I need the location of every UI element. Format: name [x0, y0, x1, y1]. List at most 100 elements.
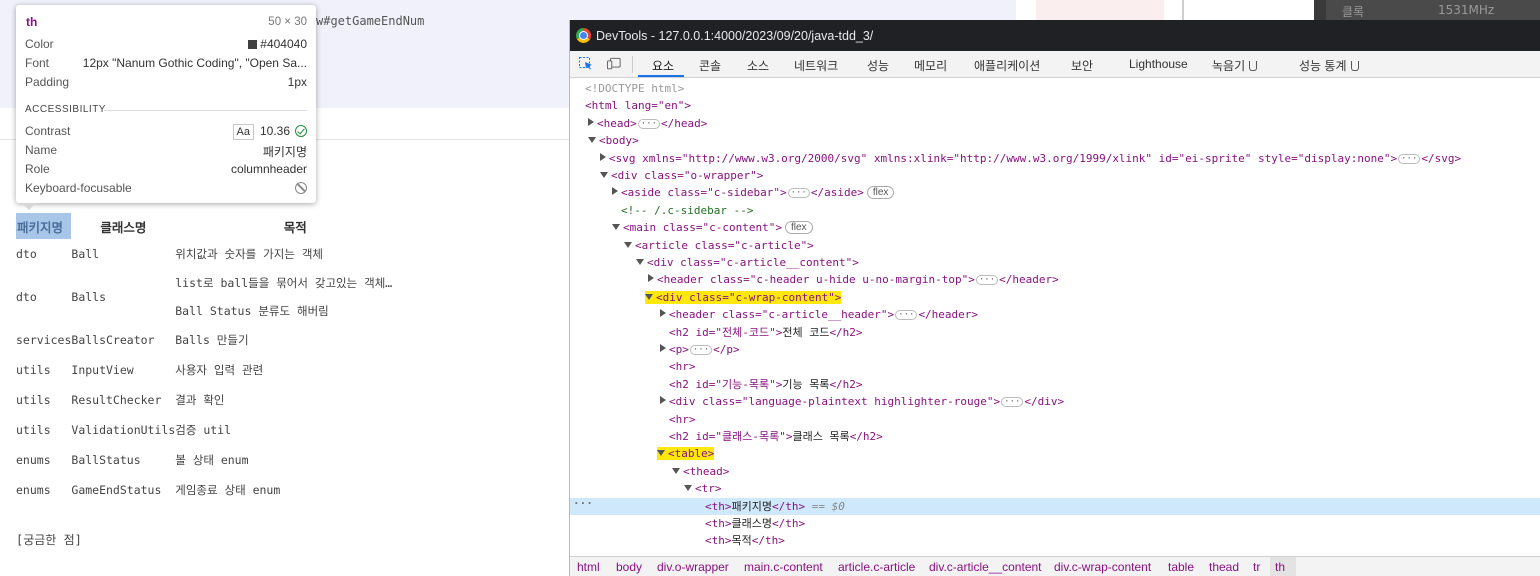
dom-node[interactable]: <div class="language-plaintext highlight…	[570, 393, 1540, 410]
dom-node[interactable]: <div class="c-article__content">	[570, 254, 1540, 271]
tab-performance[interactable]: 성능	[867, 57, 889, 74]
expand-arrow-icon[interactable]	[588, 117, 594, 126]
tooltip-arrow	[22, 203, 36, 210]
dom-node[interactable]: <head> ··· </head>	[570, 115, 1540, 132]
breadcrumb-item[interactable]: body	[616, 560, 642, 574]
more-options-icon[interactable]: ···	[573, 495, 593, 512]
collapse-arrow-icon[interactable]	[624, 241, 632, 248]
tab-performance-insights[interactable]: 성능 통계	[1299, 57, 1359, 74]
tab-recorder[interactable]: 녹음기	[1212, 57, 1258, 74]
cell-purpose: 검증 util	[175, 423, 232, 437]
collapse-arrow-icon[interactable]	[657, 450, 665, 457]
dom-node[interactable]: <svg xmlns="http://www.w3.org/2000/svg" …	[570, 150, 1540, 167]
tab-elements[interactable]: 요소	[652, 57, 674, 74]
dom-node-highlighted[interactable]: <table>	[570, 445, 1540, 462]
dom-node[interactable]: <html lang="en">	[570, 97, 1540, 114]
collapse-arrow-icon[interactable]	[684, 485, 692, 492]
padding-value: 1px	[287, 75, 307, 89]
devtools-title: DevTools - 127.0.0.1:4000/2023/09/20/jav…	[596, 29, 874, 43]
collapse-arrow-icon[interactable]	[636, 259, 644, 265]
breadcrumb-item[interactable]: div.o-wrapper	[657, 560, 729, 574]
breadcrumb-item[interactable]: table	[1168, 560, 1194, 574]
collapse-arrow-icon[interactable]	[588, 137, 596, 144]
dom-node-highlighted[interactable]: <div class="c-wrap-content">	[570, 289, 1540, 306]
tab-memory[interactable]: 메모리	[914, 57, 947, 74]
dom-node[interactable]: <header class="c-article__header"> ··· </h…	[570, 306, 1540, 323]
expand-arrow-icon[interactable]	[660, 344, 666, 352]
dom-node[interactable]: <p> ··· </p>	[570, 341, 1540, 358]
dom-node[interactable]: <header class="c-header u-hide u-no-marg…	[570, 271, 1540, 288]
collapse-arrow-icon[interactable]	[600, 172, 608, 178]
cell-class: ResultChecker	[71, 393, 162, 407]
cell-class: GameEndStatus	[71, 483, 162, 497]
collapsed-ellipsis[interactable]: ···	[1001, 397, 1024, 408]
breadcrumb-item[interactable]: main.c-content	[744, 560, 823, 574]
dom-node[interactable]: <body>	[570, 132, 1540, 149]
dom-node[interactable]: <th>목적</th>	[570, 532, 1540, 549]
breadcrumb-item[interactable]: html	[577, 560, 600, 574]
tooltip-color-row: Color #404040	[25, 37, 307, 55]
collapsed-ellipsis[interactable]: ···	[895, 310, 918, 321]
cell-purpose: 볼 상태 enum	[175, 453, 249, 467]
dom-node[interactable]: <!-- /.c-sidebar -->	[570, 202, 1540, 219]
breadcrumb: html body div.o-wrapper main.c-content a…	[570, 556, 1540, 576]
expand-arrow-icon[interactable]	[612, 187, 618, 196]
collapse-arrow-icon[interactable]	[645, 293, 653, 300]
cell-package: enums	[16, 483, 51, 497]
cell-package: services	[16, 333, 72, 347]
tooltip-font-row: Font 12px "Nanum Gothic Coding", "Open S…	[25, 56, 307, 74]
table-row: dto Ball 위치값과 숫자를 가지는 객체	[16, 239, 415, 269]
devtools-titlebar[interactable]: DevTools - 127.0.0.1:4000/2023/09/20/jav…	[570, 20, 1540, 51]
inspect-element-icon[interactable]	[579, 57, 593, 70]
cell-purpose-line1: list로 ball들을 묶어서 갖고있는 객체…	[175, 276, 393, 290]
expand-arrow-icon[interactable]	[660, 396, 666, 405]
dom-node[interactable]: <aside class="c-sidebar"> ··· </aside> flex	[570, 184, 1540, 201]
flex-badge[interactable]: flex	[866, 186, 895, 200]
dom-node[interactable]: <main class="c-content"> flex	[570, 219, 1540, 236]
dom-node[interactable]: <!DOCTYPE html>	[570, 80, 1540, 97]
breadcrumb-item[interactable]: article.c-article	[838, 560, 915, 574]
dom-node[interactable]: <h2 id="클래스-목록">클래스 목록</h2>	[570, 428, 1540, 445]
dom-node[interactable]: <thead>	[570, 463, 1540, 480]
breadcrumb-item[interactable]: div.c-article__content	[929, 560, 1042, 574]
tab-lighthouse[interactable]: Lighthouse	[1129, 57, 1188, 71]
collapsed-ellipsis[interactable]: ···	[975, 275, 999, 286]
breadcrumb-item[interactable]: thead	[1209, 560, 1239, 574]
expand-arrow-icon[interactable]	[600, 152, 606, 161]
tab-application[interactable]: 애플리케이션	[974, 57, 1040, 74]
breadcrumb-item-current[interactable]: th	[1275, 560, 1285, 574]
dom-node[interactable]: <h2 id="전체-코드">전체 코드</h2>	[570, 324, 1540, 341]
dom-node[interactable]: <th>클래스명</th>	[570, 515, 1540, 532]
cell-purpose: 사용자 입력 관련	[175, 363, 264, 377]
collapsed-ellipsis[interactable]: ···	[689, 345, 713, 355]
tab-sources[interactable]: 소스	[747, 57, 769, 74]
dom-node[interactable]: <hr>	[570, 358, 1540, 375]
tooltip-name-row: Name 패키지명	[25, 143, 307, 161]
expand-arrow-icon[interactable]	[660, 309, 666, 318]
dom-node[interactable]: <hr>	[570, 411, 1540, 428]
tab-network[interactable]: 네트워크	[794, 57, 838, 74]
tab-console[interactable]: 콘솔	[699, 57, 721, 74]
keyboard-label: Keyboard-focusable	[25, 181, 132, 195]
font-label: Font	[25, 56, 50, 70]
cell-purpose: 결과 확인	[175, 393, 225, 407]
collapsed-ellipsis[interactable]: ···	[787, 188, 810, 199]
collapse-arrow-icon[interactable]	[672, 467, 680, 474]
collapsed-ellipsis[interactable]: ···	[637, 118, 661, 129]
dom-node[interactable]: <tr>	[570, 480, 1540, 497]
device-toolbar-icon[interactable]	[607, 57, 621, 70]
breadcrumb-item[interactable]: tr	[1253, 560, 1260, 574]
cell-class: BallsCreator	[71, 333, 155, 347]
cell-class: Balls	[71, 290, 107, 304]
expand-arrow-icon[interactable]	[648, 274, 654, 283]
tab-security[interactable]: 보안	[1071, 57, 1093, 74]
flex-badge[interactable]: flex	[784, 221, 813, 235]
dom-node[interactable]: <article class="c-article">	[570, 237, 1540, 254]
breadcrumb-item[interactable]: div.c-wrap-content	[1054, 560, 1151, 574]
tooltip-padding-row: Padding 1px	[25, 75, 307, 93]
dom-node[interactable]: <div class="o-wrapper">	[570, 167, 1540, 184]
collapse-arrow-icon[interactable]	[612, 224, 620, 231]
collapsed-ellipsis[interactable]: ···	[1398, 153, 1421, 164]
dom-node[interactable]: <h2 id="기능-목록">기능 목록</h2>	[570, 376, 1540, 393]
dom-node-selected[interactable]: ··· <th>패키지명</th> == $0	[570, 495, 1540, 515]
